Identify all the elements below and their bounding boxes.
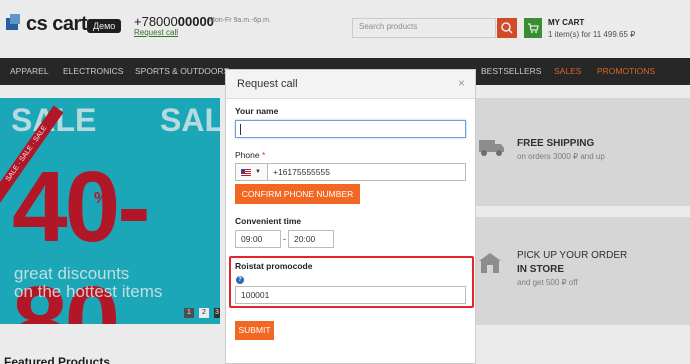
promocode-field[interactable]: 100001: [235, 286, 466, 304]
help-icon[interactable]: ?: [236, 276, 244, 284]
close-icon[interactable]: ×: [458, 76, 465, 90]
phone-label-text: Phone: [235, 150, 260, 160]
name-label: Your name: [235, 106, 279, 116]
time-from-field[interactable]: 09:00: [235, 230, 281, 248]
time-to-field[interactable]: 20:00: [288, 230, 334, 248]
name-field[interactable]: [235, 120, 466, 138]
promocode-label: Roistat promocode: [235, 261, 313, 271]
phone-label: Phone *: [235, 150, 265, 160]
caret-down-icon: ▼: [255, 169, 261, 175]
time-separator: -: [283, 234, 286, 244]
us-flag-icon: [241, 169, 251, 176]
required-marker: *: [261, 150, 266, 160]
phone-field[interactable]: +16175555555: [267, 163, 466, 181]
confirm-phone-button[interactable]: CONFIRM PHONE NUMBER: [235, 184, 360, 204]
modal-title: Request call: [237, 78, 298, 90]
text-caret: [240, 124, 241, 135]
submit-button[interactable]: SUBMIT: [235, 321, 274, 340]
time-label: Convenient time: [235, 216, 302, 226]
modal-header: Request call ×: [226, 70, 475, 99]
country-selector[interactable]: ▼: [235, 163, 267, 181]
